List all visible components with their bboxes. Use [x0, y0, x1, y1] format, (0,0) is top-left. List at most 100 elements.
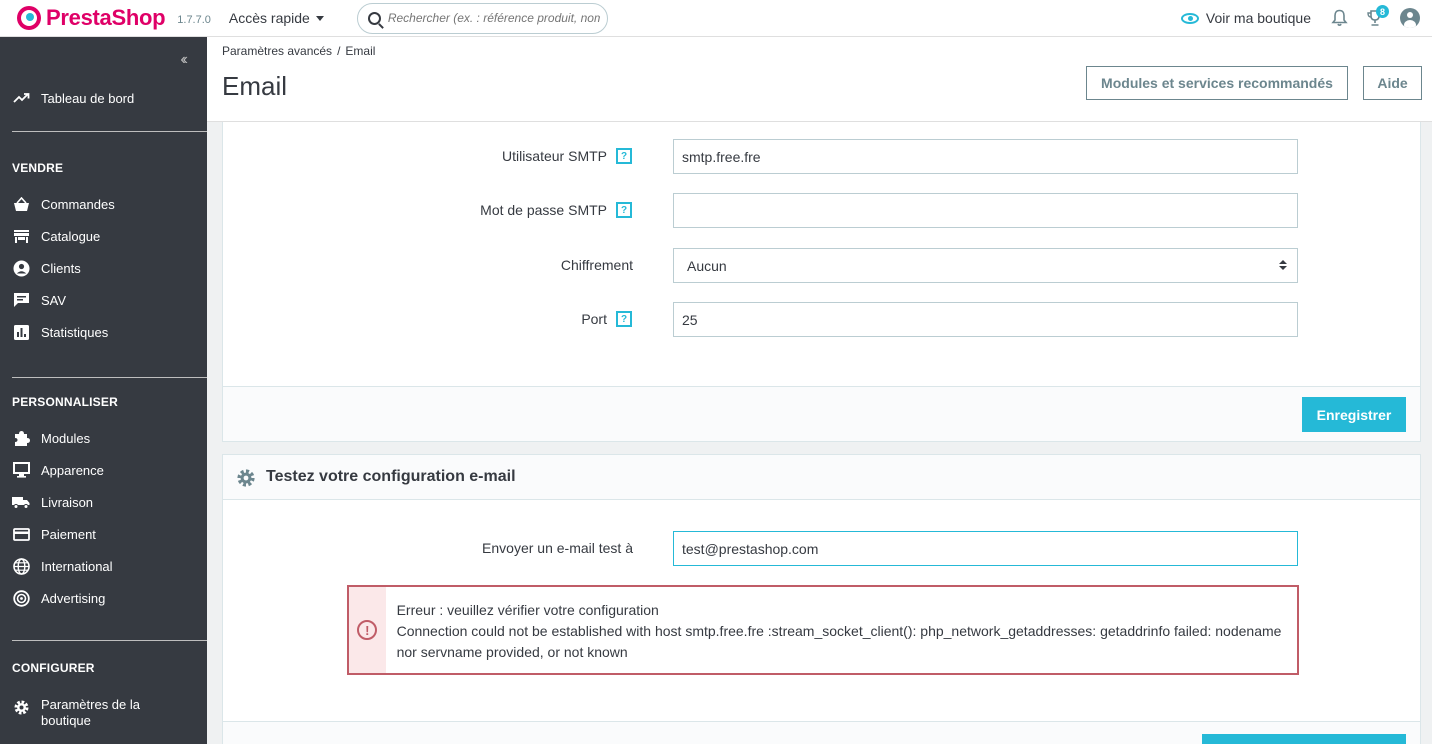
sidebar-item-livraison[interactable]: Livraison: [12, 493, 93, 511]
caret-down-icon: [315, 15, 324, 21]
desktop-icon: [12, 461, 30, 479]
store-icon: [12, 227, 30, 245]
sidebar-divider: [12, 131, 207, 132]
port-input[interactable]: 25: [673, 302, 1298, 337]
trophy-icon[interactable]: 8: [1366, 5, 1389, 27]
sidebar-item-label: Livraison: [41, 494, 94, 510]
sidebar-item-label: Commandes: [41, 196, 115, 212]
encryption-label-text: Chiffrement: [560, 257, 633, 273]
sidebar-item-international[interactable]: International: [12, 557, 113, 575]
sidebar-divider: [12, 640, 207, 641]
page-title: Email: [222, 71, 288, 101]
sidebar-item-label: Advertising: [41, 590, 106, 606]
sidebar-item-label: Tableau de bord: [41, 90, 135, 106]
smtp-user-input[interactable]: smtp.free.fre: [673, 139, 1298, 174]
search-box[interactable]: [356, 2, 608, 34]
gear-icon: [12, 698, 30, 716]
save-button[interactable]: Enregistrer: [1302, 397, 1406, 432]
sidebar-item-label: Catalogue: [41, 228, 101, 244]
top-header: PrestaShop 1.7.7.0 Accès rapide Voir ma …: [0, 0, 1432, 37]
sidebar-item-label: Statistiques: [41, 324, 109, 340]
help-button[interactable]: Aide: [1363, 66, 1422, 100]
header-actions: Voir ma boutique 8: [1180, 5, 1420, 28]
view-shop-link[interactable]: Voir ma boutique: [1180, 10, 1311, 26]
smtp-settings-panel: Utilisateur SMTP ? smtp.free.fre Mot de …: [222, 122, 1421, 442]
bell-icon[interactable]: [1331, 9, 1348, 27]
panel-title: Testez votre configuration e-mail: [266, 468, 516, 485]
sidebar-item-label: Clients: [41, 260, 81, 276]
globe-icon: [12, 557, 30, 575]
encryption-selected-value: Aucun: [687, 257, 727, 274]
search-input[interactable]: [387, 11, 600, 25]
quick-access-label: Accès rapide: [228, 10, 310, 26]
version-label: 1.7.7.0: [177, 13, 211, 26]
sidebar-item-label: International: [41, 558, 113, 574]
prestashop-logo[interactable]: PrestaShop 1.7.7.0: [17, 5, 211, 31]
panel-footer: [223, 721, 1420, 744]
sidebar-item-label: Paiement: [41, 526, 96, 542]
panel-footer: Enregistrer: [223, 386, 1420, 441]
user-avatar-icon[interactable]: [1400, 8, 1420, 28]
chat-icon: [12, 291, 30, 309]
recommended-modules-button[interactable]: Modules et services recommandés: [1086, 66, 1348, 100]
search-icon[interactable]: [367, 11, 381, 25]
smtp-user-label-text: Utilisateur SMTP: [501, 148, 607, 164]
sidebar-item-catalogue[interactable]: Catalogue: [12, 227, 100, 245]
sidebar-item-dashboard[interactable]: Tableau de bord: [12, 89, 134, 107]
sidebar-item-sav[interactable]: SAV: [12, 291, 66, 309]
account-circle-icon: [12, 259, 30, 277]
smtp-password-label: Mot de passe SMTP ?: [480, 202, 632, 218]
view-shop-label: Voir ma boutique: [1205, 10, 1311, 26]
select-arrows-icon: [1279, 260, 1287, 270]
encryption-label: Chiffrement: [561, 257, 633, 273]
send-test-email-button[interactable]: [1202, 734, 1406, 744]
error-alert: ! Erreur : veuillez vérifier votre confi…: [347, 585, 1299, 675]
sidebar-item-paiement[interactable]: Paiement: [12, 525, 96, 543]
error-detail: Connection could not be established with…: [396, 623, 1282, 660]
panel-heading: Testez votre configuration e-mail: [223, 455, 1420, 500]
sidebar-item-statistiques[interactable]: Statistiques: [12, 323, 108, 341]
credit-card-icon: [12, 525, 30, 543]
help-icon[interactable]: ?: [616, 311, 632, 327]
sidebar-item-label: SAV: [41, 292, 67, 308]
sidebar-divider: [12, 377, 207, 378]
section-configurer: CONFIGURER: [12, 661, 95, 675]
test-email-input[interactable]: test@prestashop.com: [673, 531, 1298, 566]
sidebar-item-apparence[interactable]: Apparence: [12, 461, 104, 479]
sidebar-item-parametres-boutique[interactable]: Paramètres de la boutique: [12, 697, 151, 729]
alert-icon-area: !: [349, 587, 386, 673]
section-vendre: VENDRE: [12, 161, 64, 175]
test-email-label-text: Envoyer un e-mail test à: [482, 540, 633, 556]
sidebar-item-label: Modules: [41, 430, 91, 446]
truck-icon: [12, 493, 30, 511]
test-email-panel: Testez votre configuration e-mail Envoye…: [222, 454, 1421, 744]
port-label-text: Port: [581, 311, 607, 327]
bar-chart-icon: [12, 323, 30, 341]
target-icon: [12, 589, 30, 607]
collapse-sidebar-icon[interactable]: ‹‹: [180, 51, 187, 69]
encryption-select[interactable]: Aucun: [673, 248, 1298, 283]
trending-up-icon: [12, 89, 30, 107]
notification-badge: 8: [1376, 5, 1389, 18]
brand-name: PrestaShop: [46, 5, 166, 30]
breadcrumb-parent[interactable]: Paramètres avancés: [222, 44, 332, 58]
gear-icon: [236, 468, 255, 487]
eye-icon: [1180, 12, 1199, 24]
section-personnaliser: PERSONNALISER: [12, 395, 118, 409]
help-icon[interactable]: ?: [616, 148, 632, 164]
smtp-password-label-text: Mot de passe SMTP: [480, 202, 607, 218]
smtp-password-input[interactable]: [673, 193, 1298, 228]
sidebar-item-commandes[interactable]: Commandes: [12, 195, 115, 213]
sidebar-item-advertising[interactable]: Advertising: [12, 589, 105, 607]
puffin-logo-icon: [17, 6, 41, 30]
breadcrumb-separator: /: [337, 44, 341, 58]
quick-access-dropdown[interactable]: Accès rapide: [229, 10, 324, 26]
sidebar-item-clients[interactable]: Clients: [12, 259, 81, 277]
port-label: Port ?: [581, 311, 632, 327]
sidebar-item-label: Apparence: [41, 462, 104, 478]
breadcrumb-current: Email: [345, 44, 376, 58]
smtp-user-label: Utilisateur SMTP ?: [502, 148, 632, 164]
sidebar: ‹‹ Tableau de bord VENDRE Commandes Cata…: [0, 37, 207, 744]
sidebar-item-modules[interactable]: Modules: [12, 429, 90, 447]
help-icon[interactable]: ?: [616, 202, 632, 218]
